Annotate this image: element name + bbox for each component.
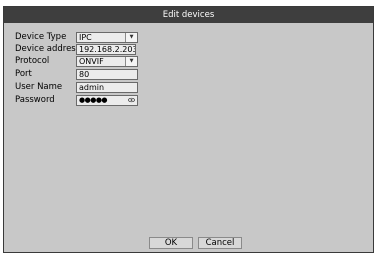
password-value: ●●●●● [79,96,108,104]
port-field[interactable]: 80 [76,69,138,80]
chevron-down-icon: ▼ [125,57,137,66]
user-name-field[interactable]: admin [76,82,138,93]
protocol-select[interactable]: ONVIF ▼ [76,56,138,67]
cancel-button[interactable]: Cancel [198,237,242,249]
user-name-label: User Name [15,82,63,92]
device-address-field[interactable]: 192.168.2.203 [76,44,136,55]
port-label: Port [15,69,32,79]
device-type-value: IPC [79,33,92,42]
edit-devices-dialog: Edit devices Device Type IPC ▼ Device ad… [3,6,374,253]
ok-button[interactable]: OK [149,237,193,249]
password-label: Password [15,95,55,105]
protocol-value: ONVIF [79,57,104,66]
password-field[interactable]: ●●●●● [76,95,138,106]
protocol-label: Protocol [15,56,50,66]
dialog-title: Edit devices [4,7,373,23]
eye-icon[interactable] [128,97,135,103]
device-address-label: Device address [15,44,81,54]
chevron-down-icon: ▼ [125,33,137,42]
device-type-label: Device Type [15,32,67,42]
device-type-select[interactable]: IPC ▼ [76,32,138,43]
